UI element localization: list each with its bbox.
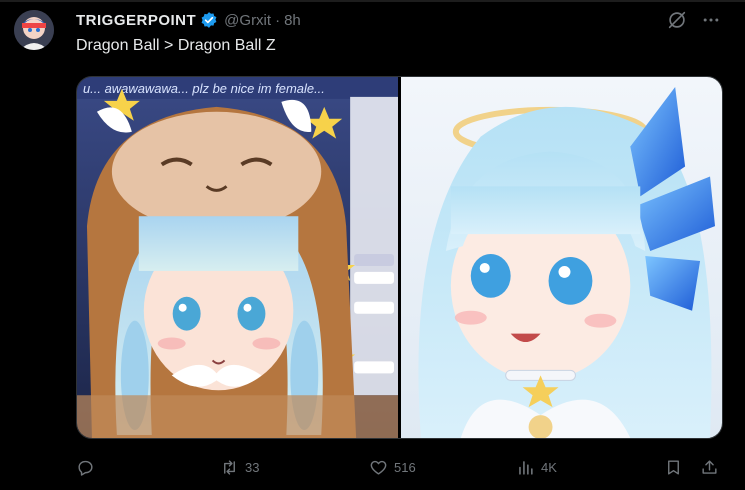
banner-text: u... awawawawa... plz be nice im female.… xyxy=(83,81,325,96)
views-icon xyxy=(519,460,533,475)
view-count: 4K xyxy=(541,459,557,475)
display-name[interactable]: TRIGGERPOINT xyxy=(76,12,196,29)
media-grid: u... awawawawa... plz be nice im female.… xyxy=(76,76,723,439)
reply-icon xyxy=(78,460,93,476)
handle[interactable]: @Grxit xyxy=(224,12,271,29)
share-icon xyxy=(702,459,717,474)
tweet-header: TRIGGERPOINT @Grxit · 8h xyxy=(76,10,301,30)
like-button[interactable]: 516 xyxy=(369,452,416,482)
share-button[interactable] xyxy=(700,452,719,482)
media-image-left[interactable]: u... awawawawa... plz be nice im female.… xyxy=(77,77,398,438)
like-count: 516 xyxy=(394,459,416,475)
timestamp[interactable]: 8h xyxy=(284,12,301,29)
tweet-text: Dragon Ball > Dragon Ball Z xyxy=(76,37,276,54)
reply-button[interactable] xyxy=(76,452,101,482)
verified-badge-icon xyxy=(200,11,218,29)
bookmark-button[interactable] xyxy=(664,452,683,482)
action-bar: 33 516 4K xyxy=(76,452,726,482)
avatar[interactable] xyxy=(14,10,54,50)
grok-icon[interactable] xyxy=(664,9,690,31)
bookmark-icon xyxy=(668,459,679,475)
heart-icon xyxy=(370,460,387,475)
tweet[interactable]: TRIGGERPOINT @Grxit · 8h Dragon Ball > D… xyxy=(0,0,745,490)
divider xyxy=(0,0,745,2)
retweet-count: 33 xyxy=(245,459,260,475)
separator-dot: · xyxy=(275,11,281,29)
retweet-icon xyxy=(224,459,235,475)
more-icon[interactable] xyxy=(700,9,722,31)
views-button[interactable]: 4K xyxy=(516,452,557,482)
retweet-button[interactable]: 33 xyxy=(220,452,259,482)
media-image-right[interactable] xyxy=(401,77,722,438)
